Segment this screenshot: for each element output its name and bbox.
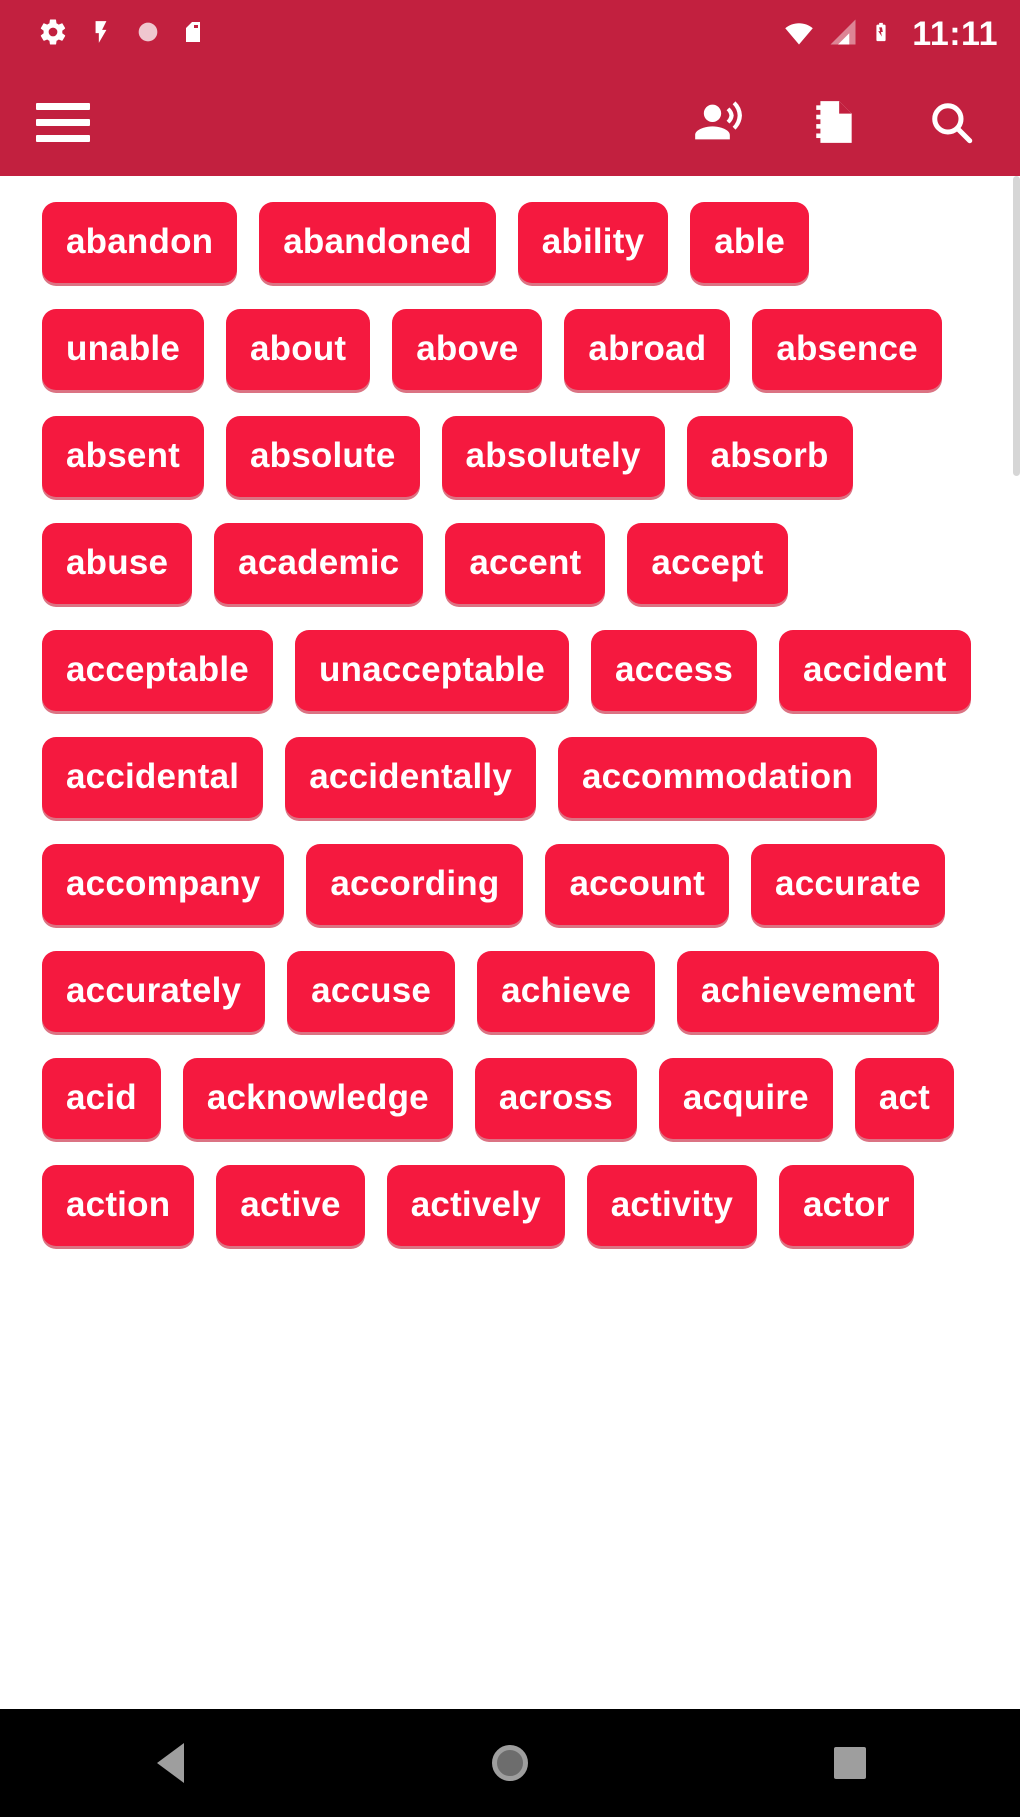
word-chip[interactable]: accompany — [42, 844, 285, 925]
word-chip[interactable]: acknowledge — [182, 1058, 453, 1139]
word-chip[interactable]: accident — [779, 630, 971, 711]
word-chip[interactable]: acquire — [658, 1058, 833, 1139]
word-chip[interactable]: absolutely — [441, 416, 665, 497]
word-chip[interactable]: accidental — [42, 737, 264, 818]
word-chip[interactable]: acceptable — [42, 630, 273, 711]
app-bar — [0, 68, 1020, 176]
recents-square-icon — [834, 1747, 866, 1779]
cellular-signal-icon — [828, 17, 858, 52]
word-chip-container: abandon abandoned ability able unable ab… — [42, 202, 998, 1272]
battery-icon — [870, 17, 892, 52]
scrollbar[interactable] — [1013, 176, 1020, 476]
word-list-content[interactable]: abandon abandoned ability able unable ab… — [0, 176, 1020, 1709]
word-chip[interactable]: accommodation — [557, 737, 877, 818]
word-chip[interactable]: unacceptable — [294, 630, 570, 711]
word-chip[interactable]: abroad — [564, 309, 731, 390]
word-chip[interactable]: achievement — [676, 951, 940, 1032]
word-chip[interactable]: according — [306, 844, 524, 925]
android-navigation-bar — [0, 1709, 1020, 1817]
nav-back-button[interactable] — [110, 1709, 230, 1817]
word-chip[interactable]: accurately — [42, 951, 266, 1032]
word-chip[interactable]: acid — [42, 1058, 161, 1139]
phone-screen: 11:11 abandon abandoned ability able una… — [0, 0, 1020, 1817]
word-chip[interactable]: actor — [779, 1165, 914, 1246]
status-bar: 11:11 — [0, 0, 1020, 68]
word-chip[interactable]: academic — [214, 523, 424, 604]
wifi-icon — [782, 17, 816, 52]
status-bar-right-icons: 11:11 — [782, 15, 998, 54]
word-chip[interactable]: abuse — [42, 523, 193, 604]
word-chip[interactable]: absorb — [686, 416, 853, 497]
word-chip[interactable]: absence — [752, 309, 942, 390]
word-chip[interactable]: accept — [627, 523, 788, 604]
circle-icon — [134, 17, 162, 52]
record-voice-icon[interactable] — [688, 91, 750, 153]
word-chip[interactable]: active — [216, 1165, 365, 1246]
word-chip[interactable]: unable — [42, 309, 204, 390]
word-chip[interactable]: abandoned — [259, 202, 496, 283]
word-chip[interactable]: ability — [517, 202, 669, 283]
notebook-icon[interactable] — [804, 91, 866, 153]
word-chip[interactable]: action — [42, 1165, 195, 1246]
word-chip[interactable]: act — [854, 1058, 954, 1139]
word-chip[interactable]: above — [392, 309, 543, 390]
word-chip[interactable]: achieve — [477, 951, 655, 1032]
word-chip[interactable]: account — [545, 844, 730, 925]
status-bar-left-icons — [38, 17, 782, 52]
word-chip[interactable]: absolute — [226, 416, 420, 497]
status-bar-clock: 11:11 — [912, 14, 998, 53]
search-icon[interactable] — [920, 91, 982, 153]
word-chip[interactable]: accidentally — [285, 737, 536, 818]
word-chip[interactable]: accuse — [287, 951, 456, 1032]
word-chip[interactable]: about — [226, 309, 371, 390]
sim-card-icon — [182, 17, 206, 52]
nav-home-button[interactable] — [450, 1709, 570, 1817]
back-triangle-icon — [156, 1743, 184, 1783]
word-chip[interactable]: able — [690, 202, 810, 283]
word-chip[interactable]: absent — [42, 416, 205, 497]
word-chip[interactable]: activity — [586, 1165, 757, 1246]
word-chip[interactable]: accent — [445, 523, 606, 604]
app-bar-actions — [688, 91, 994, 153]
word-chip[interactable]: abandon — [42, 202, 238, 283]
word-chip[interactable]: access — [591, 630, 758, 711]
word-chip[interactable]: across — [474, 1058, 637, 1139]
nav-recents-button[interactable] — [790, 1709, 910, 1817]
hamburger-menu-icon[interactable] — [36, 91, 98, 153]
word-chip[interactable]: actively — [386, 1165, 565, 1246]
home-circle-icon — [492, 1745, 528, 1781]
word-chip[interactable]: accurate — [751, 844, 945, 925]
flash-icon — [88, 17, 114, 52]
settings-gear-icon — [38, 17, 68, 52]
